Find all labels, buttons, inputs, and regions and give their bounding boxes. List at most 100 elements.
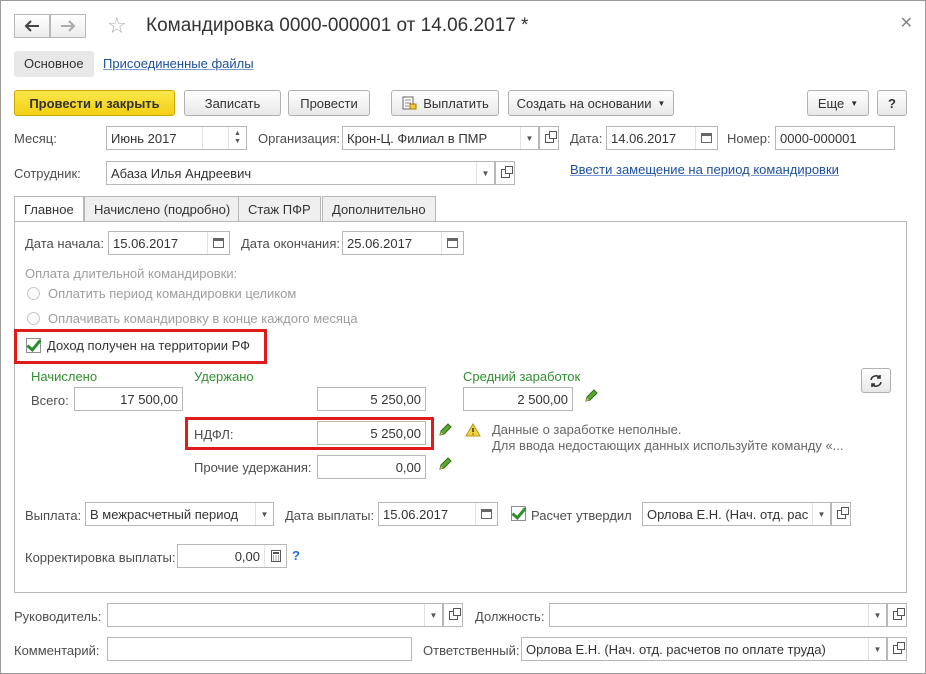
payout-field[interactable]: В межрасчетный период ▼: [85, 502, 274, 526]
calculator-button[interactable]: [264, 545, 286, 567]
chevron-down-icon[interactable]: ▼: [868, 604, 886, 626]
start-date-field[interactable]: 15.06.2017: [108, 231, 230, 255]
withheld-total-field[interactable]: 5 250,00: [317, 387, 426, 411]
organization-value: Крон-Ц. Филиал в ПМР: [347, 130, 488, 146]
month-spinner[interactable]: ▲ ▼: [228, 127, 246, 149]
tab-pfr-experience[interactable]: Стаж ПФР: [238, 196, 321, 222]
edit-pencil-icon[interactable]: [438, 423, 452, 437]
open-form-icon: [448, 607, 461, 620]
refresh-button[interactable]: [861, 368, 891, 393]
approved-by-open-button[interactable]: [831, 502, 851, 526]
warning-line-1: Данные о заработке неполные.: [492, 422, 682, 437]
document-window: ☆ Командировка 0000-000001 от 14.06.2017…: [0, 0, 926, 674]
number-field[interactable]: 0000-000001: [775, 126, 895, 150]
window-title: Командировка 0000-000001 от 14.06.2017 *: [146, 15, 529, 36]
withheld-total-value: 5 250,00: [370, 391, 421, 407]
month-value: Июнь 2017: [111, 130, 177, 146]
correction-field[interactable]: 0,00: [177, 544, 287, 568]
favorite-star-icon[interactable]: ☆: [107, 13, 127, 39]
chevron-down-icon: ▼: [850, 98, 859, 108]
chevron-down-icon[interactable]: ▼: [255, 503, 273, 525]
chevron-down-icon[interactable]: ▼: [424, 604, 442, 626]
post-button[interactable]: Провести: [288, 90, 370, 116]
payout-date-calendar-button[interactable]: [475, 503, 497, 525]
month-picker-button[interactable]: [202, 127, 228, 149]
end-date-field[interactable]: 25.06.2017: [342, 231, 464, 255]
forward-button[interactable]: [50, 14, 86, 38]
start-date-calendar-button[interactable]: [207, 232, 229, 254]
more-button-label: Еще: [817, 95, 845, 111]
other-deductions-label: Прочие удержания:: [194, 460, 312, 475]
manager-label: Руководитель:: [14, 609, 102, 624]
accrued-total-value: 17 500,00: [120, 391, 178, 407]
date-value: 14.06.2017: [611, 130, 677, 146]
tab-additional[interactable]: Дополнительно: [322, 196, 436, 222]
organization-label: Организация:: [258, 131, 341, 146]
responsible-value: Орлова Е.Н. (Нач. отд. расчетов по оплат…: [526, 641, 826, 657]
position-open-button[interactable]: [887, 603, 907, 627]
warning-line-2: Для ввода недостающих данных используйте…: [492, 438, 844, 453]
tab-main[interactable]: Главное: [14, 196, 84, 223]
refresh-icon: [870, 374, 882, 387]
other-deductions-field[interactable]: 0,00: [317, 455, 426, 479]
radio-pay-monthly-label: Оплачивать командировку в конце каждого …: [48, 311, 358, 326]
organization-open-button[interactable]: [539, 126, 559, 150]
approved-checkbox[interactable]: [511, 506, 526, 521]
month-field[interactable]: Июнь 2017 ▲ ▼: [106, 126, 247, 150]
pay-button[interactable]: Выплатить: [391, 90, 499, 116]
comment-field[interactable]: [107, 637, 412, 661]
income-rf-label: Доход получен на территории РФ: [47, 338, 250, 353]
end-date-calendar-button[interactable]: [441, 232, 463, 254]
approved-label: Расчет утвердил: [531, 508, 632, 523]
radio-pay-monthly[interactable]: [27, 312, 40, 325]
back-button[interactable]: [14, 14, 50, 38]
start-date-value: 15.06.2017: [113, 235, 179, 251]
organization-field[interactable]: Крон-Ц. Филиал в ПМР ▼: [342, 126, 539, 150]
approved-by-field[interactable]: Орлова Е.Н. (Нач. отд. рас ▼: [642, 502, 831, 526]
income-rf-checkbox[interactable]: [26, 338, 41, 353]
help-button[interactable]: ?: [877, 90, 907, 116]
date-field[interactable]: 14.06.2017: [606, 126, 718, 150]
number-value: 0000-000001: [780, 130, 857, 146]
payout-label: Выплата:: [25, 508, 82, 523]
responsible-field[interactable]: Орлова Е.Н. (Нач. отд. расчетов по оплат…: [521, 637, 887, 661]
average-earnings-field[interactable]: 2 500,00: [463, 387, 573, 411]
end-date-label: Дата окончания:: [241, 236, 340, 251]
date-label: Дата:: [570, 131, 603, 146]
calendar-icon: [701, 133, 712, 143]
position-field[interactable]: ▼: [549, 603, 887, 627]
employee-open-button[interactable]: [495, 161, 515, 185]
tab-accrued-detailed[interactable]: Начислено (подробно): [84, 196, 241, 222]
ndfl-label: НДФЛ:: [194, 427, 234, 442]
edit-pencil-icon[interactable]: [438, 457, 452, 471]
more-button[interactable]: Еще ▼: [807, 90, 869, 116]
correction-value: 0,00: [234, 548, 260, 564]
calculator-icon: [270, 550, 281, 562]
position-label: Должность:: [475, 609, 545, 624]
responsible-open-button[interactable]: [887, 637, 907, 661]
chevron-down-icon[interactable]: ▼: [812, 503, 830, 525]
calendar-icon: [213, 238, 224, 248]
tab-main-section[interactable]: Основное: [14, 51, 94, 77]
date-calendar-button[interactable]: [695, 127, 717, 149]
radio-pay-whole[interactable]: [27, 287, 40, 300]
accrued-total-field[interactable]: 17 500,00: [74, 387, 183, 411]
close-icon[interactable]: ✕: [900, 13, 913, 33]
chevron-down-icon[interactable]: ▼: [476, 162, 494, 184]
calendar-icon: [447, 238, 458, 248]
create-based-on-button[interactable]: Создать на основании ▼: [508, 90, 674, 116]
chevron-down-icon[interactable]: ▼: [868, 638, 886, 660]
employee-field[interactable]: Абаза Илья Андреевич ▼: [106, 161, 495, 185]
tab-attached-files[interactable]: Присоединенные файлы: [93, 51, 264, 77]
correction-help-icon[interactable]: ?: [292, 548, 300, 563]
payout-value: В межрасчетный период: [90, 506, 239, 522]
replacement-link[interactable]: Ввести замещение на период командировки: [570, 162, 839, 177]
manager-open-button[interactable]: [443, 603, 463, 627]
payout-date-field[interactable]: 15.06.2017: [378, 502, 498, 526]
manager-field[interactable]: ▼: [107, 603, 443, 627]
edit-pencil-icon[interactable]: [584, 389, 598, 403]
post-and-close-button[interactable]: Провести и закрыть: [14, 90, 175, 116]
save-button[interactable]: Записать: [184, 90, 281, 116]
ndfl-field[interactable]: 5 250,00: [317, 421, 426, 445]
chevron-down-icon[interactable]: ▼: [520, 127, 538, 149]
